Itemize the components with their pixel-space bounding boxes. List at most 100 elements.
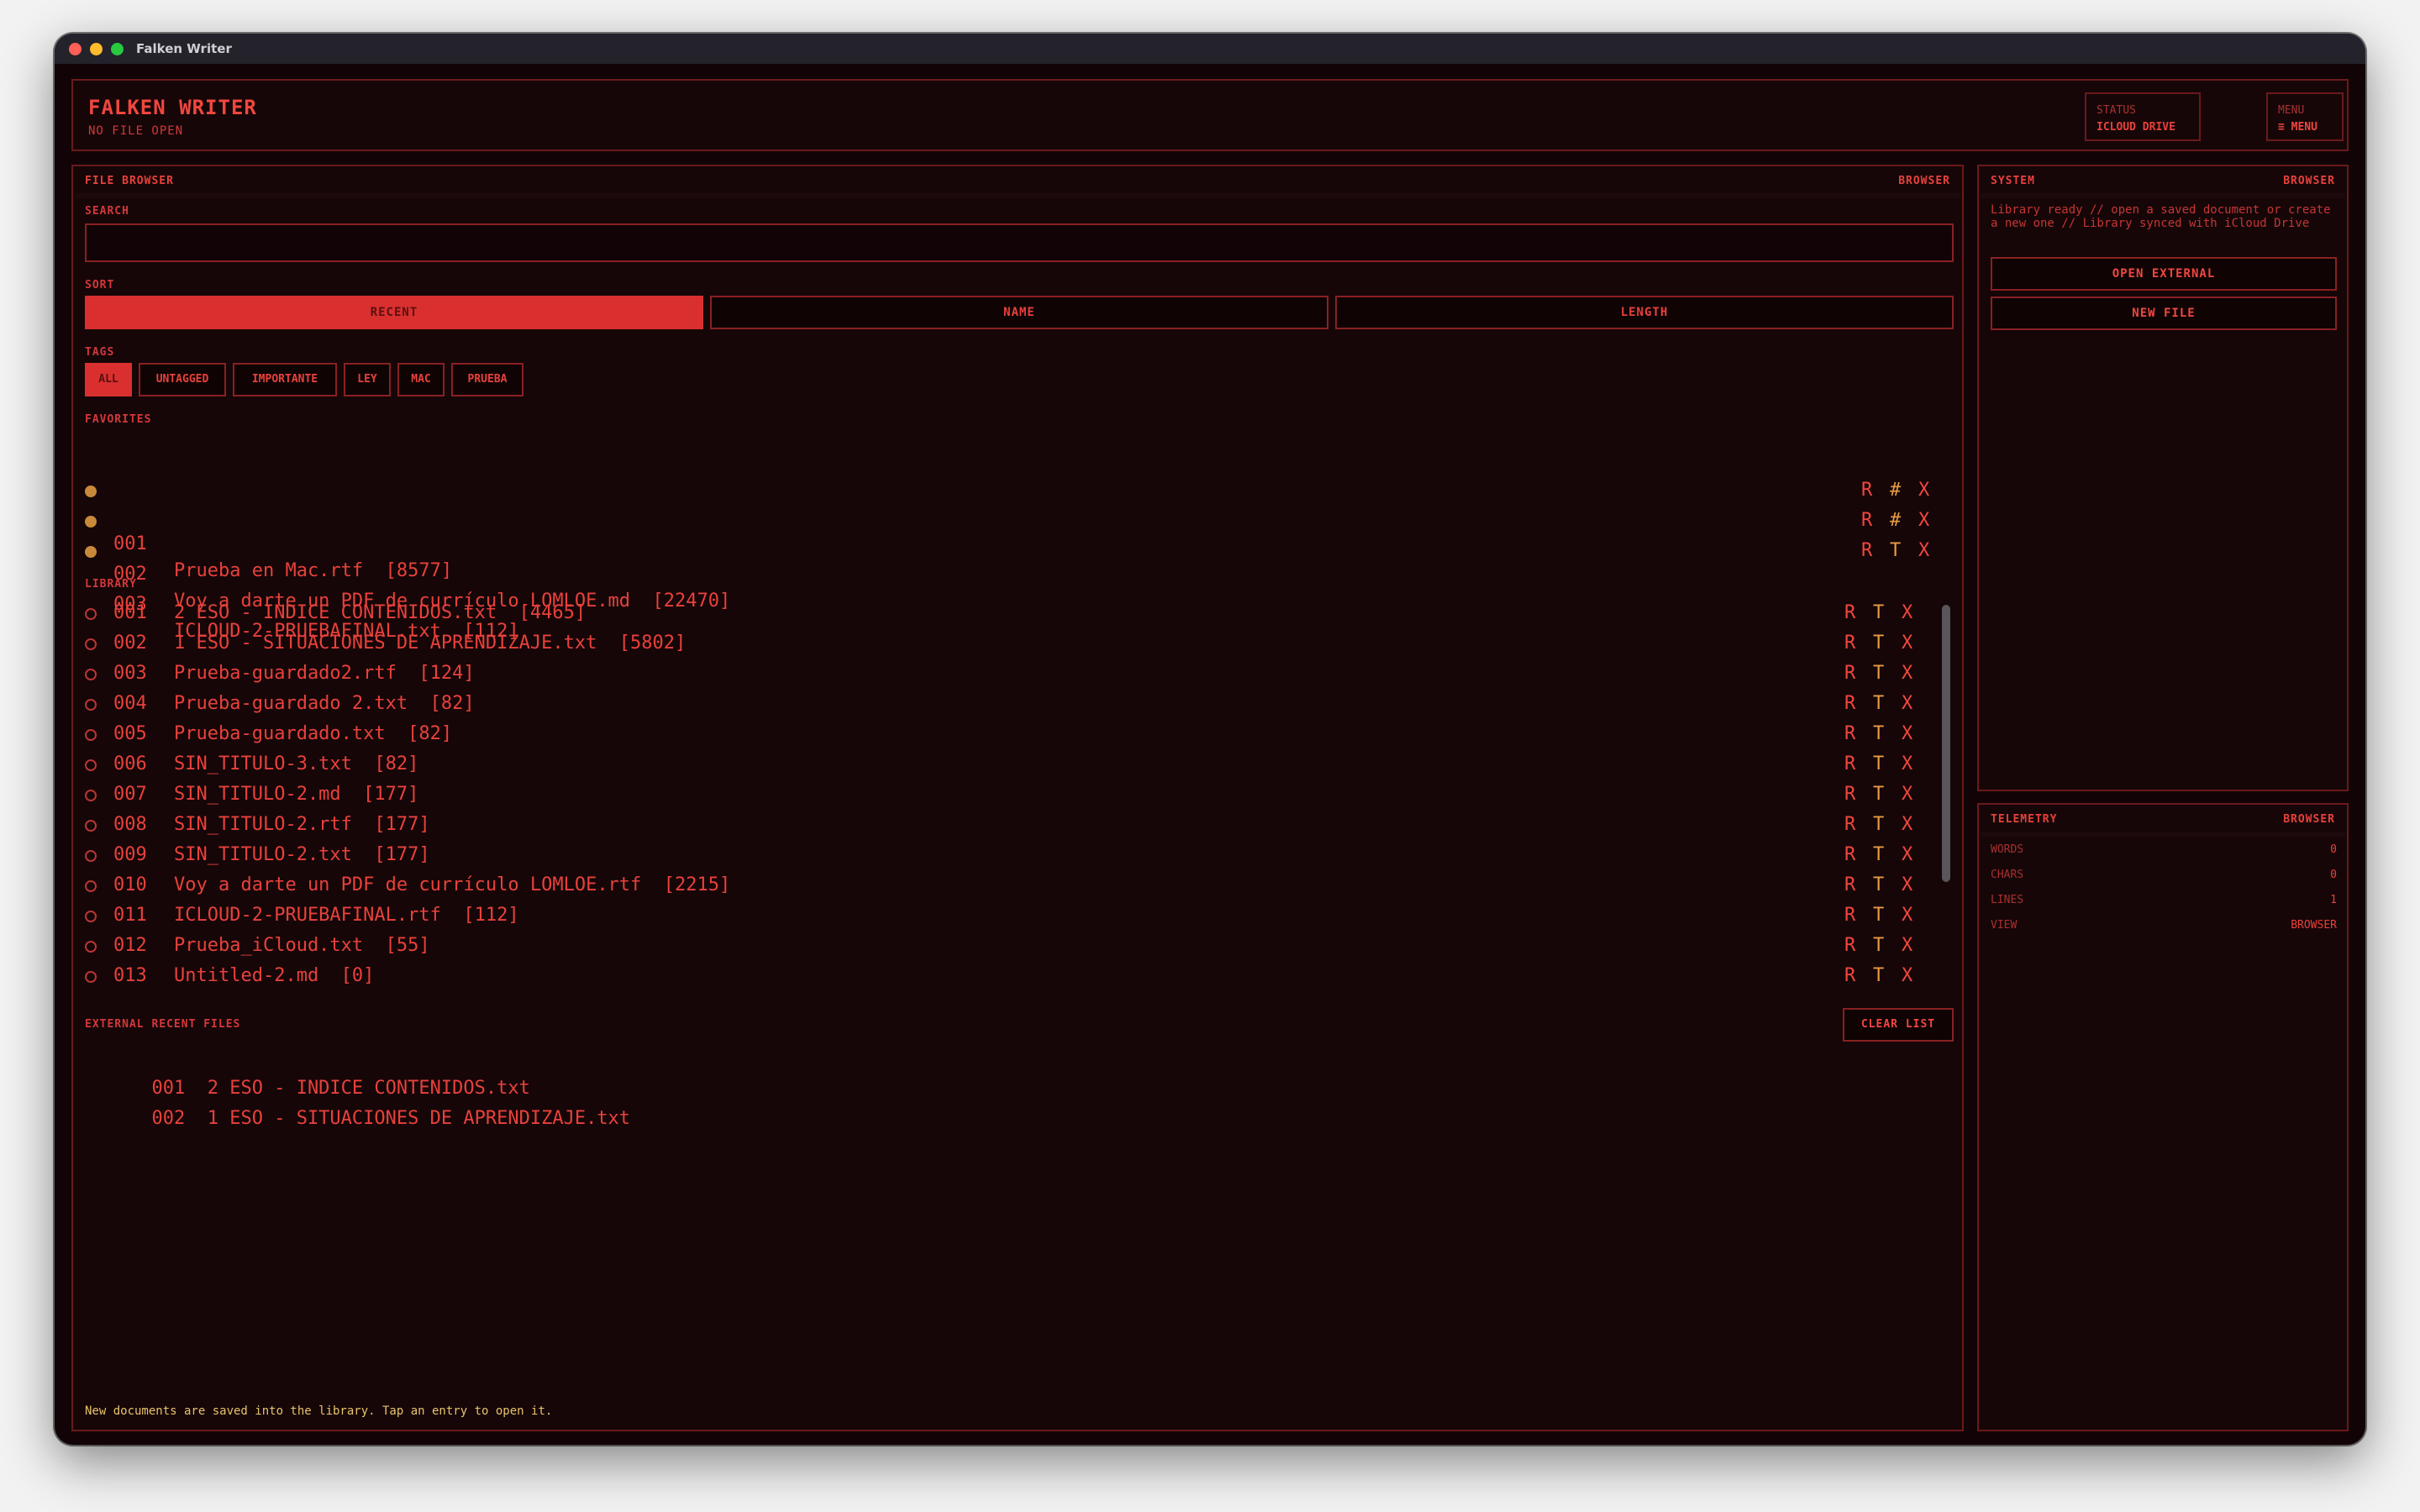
delete-button[interactable]: X xyxy=(1918,477,1929,504)
external-file-item[interactable]: 002 1 ESO - SITUACIONES DE APRENDIZAJE.t… xyxy=(85,1079,630,1129)
rename-button[interactable]: R xyxy=(1844,872,1855,899)
delete-button[interactable]: X xyxy=(1902,872,1912,899)
footer-hint: New documents are saved into the library… xyxy=(85,1404,553,1418)
rename-button[interactable]: R xyxy=(1844,721,1855,748)
delete-button[interactable]: X xyxy=(1902,660,1912,687)
item-number: 004 xyxy=(113,693,147,714)
rename-button[interactable]: R xyxy=(1844,690,1855,717)
tag-button[interactable]: T xyxy=(1873,963,1884,990)
item-name: Prueba-guardado 2.txt [82] xyxy=(174,693,475,714)
close-window-button[interactable] xyxy=(69,43,82,55)
delete-button[interactable]: X xyxy=(1902,600,1912,627)
tag-button[interactable]: T xyxy=(1873,660,1884,687)
unfavorited-dot-icon xyxy=(85,911,97,922)
sort-recent-button[interactable]: RECENT xyxy=(85,296,703,329)
tag-button[interactable]: T xyxy=(1873,600,1884,627)
tag-untagged[interactable]: UNTAGGED xyxy=(139,363,226,396)
item-number: 006 xyxy=(113,753,147,774)
unfavorited-dot-icon xyxy=(85,669,97,680)
library-label: LIBRARY xyxy=(85,578,137,591)
tag-button[interactable]: T xyxy=(1873,902,1884,929)
rename-button[interactable]: R xyxy=(1844,751,1855,778)
unfavorited-dot-icon xyxy=(85,638,97,650)
rename-button[interactable]: R xyxy=(1844,630,1855,657)
tag-button[interactable]: T xyxy=(1873,781,1884,808)
clear-list-button[interactable]: CLEAR LIST xyxy=(1843,1008,1954,1042)
tag-button[interactable]: T xyxy=(1873,751,1884,778)
window-title: Falken Writer xyxy=(136,41,232,56)
delete-button[interactable]: X xyxy=(1902,963,1912,990)
open-external-button[interactable]: OPEN EXTERNAL xyxy=(1991,257,2337,291)
app-title: FALKEN WRITER xyxy=(88,96,257,119)
favorite-item[interactable]: 002 Voy a darte un PDF de currículo LOML… xyxy=(85,507,730,612)
status-indicator: STATUS ICLOUD DRIVE xyxy=(2085,92,2201,141)
rename-button[interactable]: R xyxy=(1844,963,1855,990)
tag-mac[interactable]: MAC xyxy=(397,363,445,396)
rename-button[interactable]: R xyxy=(1844,842,1855,869)
rename-button[interactable]: R xyxy=(1861,507,1872,534)
item-name: Voy a darte un PDF de currículo LOMLOE.r… xyxy=(174,874,731,895)
rename-button[interactable]: R xyxy=(1844,811,1855,838)
tag-button[interactable]: T xyxy=(1873,630,1884,657)
tag-button[interactable]: # xyxy=(1890,507,1901,534)
delete-button[interactable]: X xyxy=(1902,842,1912,869)
delete-button[interactable]: X xyxy=(1918,538,1929,564)
tag-button[interactable]: T xyxy=(1873,811,1884,838)
delete-button[interactable]: X xyxy=(1902,932,1912,959)
unfavorited-dot-icon xyxy=(85,608,97,620)
tag-ley[interactable]: LEY xyxy=(344,363,391,396)
app-window: Falken Writer FALKEN WRITER NO FILE OPEN… xyxy=(55,34,2365,1445)
external-file-item[interactable]: 001 2 ESO - INDICE CONTENIDOS.txt xyxy=(85,1048,529,1099)
rename-button[interactable]: R xyxy=(1844,600,1855,627)
unfavorited-dot-icon xyxy=(85,941,97,953)
delete-button[interactable]: X xyxy=(1902,690,1912,717)
panel-title: FILE BROWSER xyxy=(85,175,174,187)
tag-button[interactable]: T xyxy=(1873,690,1884,717)
delete-button[interactable]: X xyxy=(1918,507,1929,534)
unfavorited-dot-icon xyxy=(85,699,97,711)
rename-button[interactable]: R xyxy=(1844,660,1855,687)
sort-length-button[interactable]: LENGTH xyxy=(1335,296,1954,329)
tag-button[interactable]: T xyxy=(1873,872,1884,899)
rename-button[interactable]: R xyxy=(1844,781,1855,808)
item-name: Prueba-guardado.txt [82] xyxy=(174,723,453,744)
search-input[interactable] xyxy=(85,223,1954,262)
delete-button[interactable]: X xyxy=(1902,630,1912,657)
rename-button[interactable]: R xyxy=(1844,902,1855,929)
delete-button[interactable]: X xyxy=(1902,902,1912,929)
rename-button[interactable]: R xyxy=(1861,477,1872,504)
item-number: 010 xyxy=(113,874,147,895)
unfavorited-dot-icon xyxy=(85,971,97,983)
favorite-dot-icon xyxy=(85,546,97,558)
tag-all[interactable]: ALL xyxy=(85,363,132,396)
zoom-window-button[interactable] xyxy=(111,43,124,55)
delete-button[interactable]: X xyxy=(1902,751,1912,778)
telemetry-chars: CHARS 0 xyxy=(1991,869,2337,885)
tag-button[interactable]: T xyxy=(1873,721,1884,748)
new-file-button[interactable]: NEW FILE xyxy=(1991,297,2337,330)
system-message: Library ready // open a saved document o… xyxy=(1991,203,2331,230)
delete-button[interactable]: X xyxy=(1902,811,1912,838)
item-number: 002 xyxy=(151,1108,186,1129)
item-name: 2 ESO - INDICE CONTENIDOS.txt [4465] xyxy=(174,602,587,623)
minimize-window-button[interactable] xyxy=(90,43,103,55)
delete-button[interactable]: X xyxy=(1902,781,1912,808)
delete-button[interactable]: X xyxy=(1902,721,1912,748)
rename-button[interactable]: R xyxy=(1844,932,1855,959)
metric-value: 0 xyxy=(2330,869,2337,881)
sort-name-button[interactable]: NAME xyxy=(710,296,1328,329)
tag-prueba[interactable]: PRUEBA xyxy=(451,363,523,396)
item-name: SIN_TITULO-3.txt [82] xyxy=(174,753,419,774)
telemetry-view: VIEW BROWSER xyxy=(1991,919,2337,936)
tag-importante[interactable]: IMPORTANTE xyxy=(233,363,337,396)
rename-button[interactable]: R xyxy=(1861,538,1872,564)
tag-button[interactable]: T xyxy=(1873,932,1884,959)
favorite-dot-icon xyxy=(85,486,97,497)
favorite-item[interactable]: 001 Prueba en Mac.rtf [8577] xyxy=(85,477,452,581)
favorite-item[interactable]: 003 ICLOUD-2-PRUEBAFINAL.txt [112] xyxy=(85,538,519,642)
tag-button[interactable]: T xyxy=(1890,538,1901,564)
tag-button[interactable]: T xyxy=(1873,842,1884,869)
tag-button[interactable]: # xyxy=(1890,477,1901,504)
menu-button[interactable]: MENU ≡ MENU xyxy=(2266,92,2344,141)
library-scrollbar[interactable] xyxy=(1942,605,1950,882)
